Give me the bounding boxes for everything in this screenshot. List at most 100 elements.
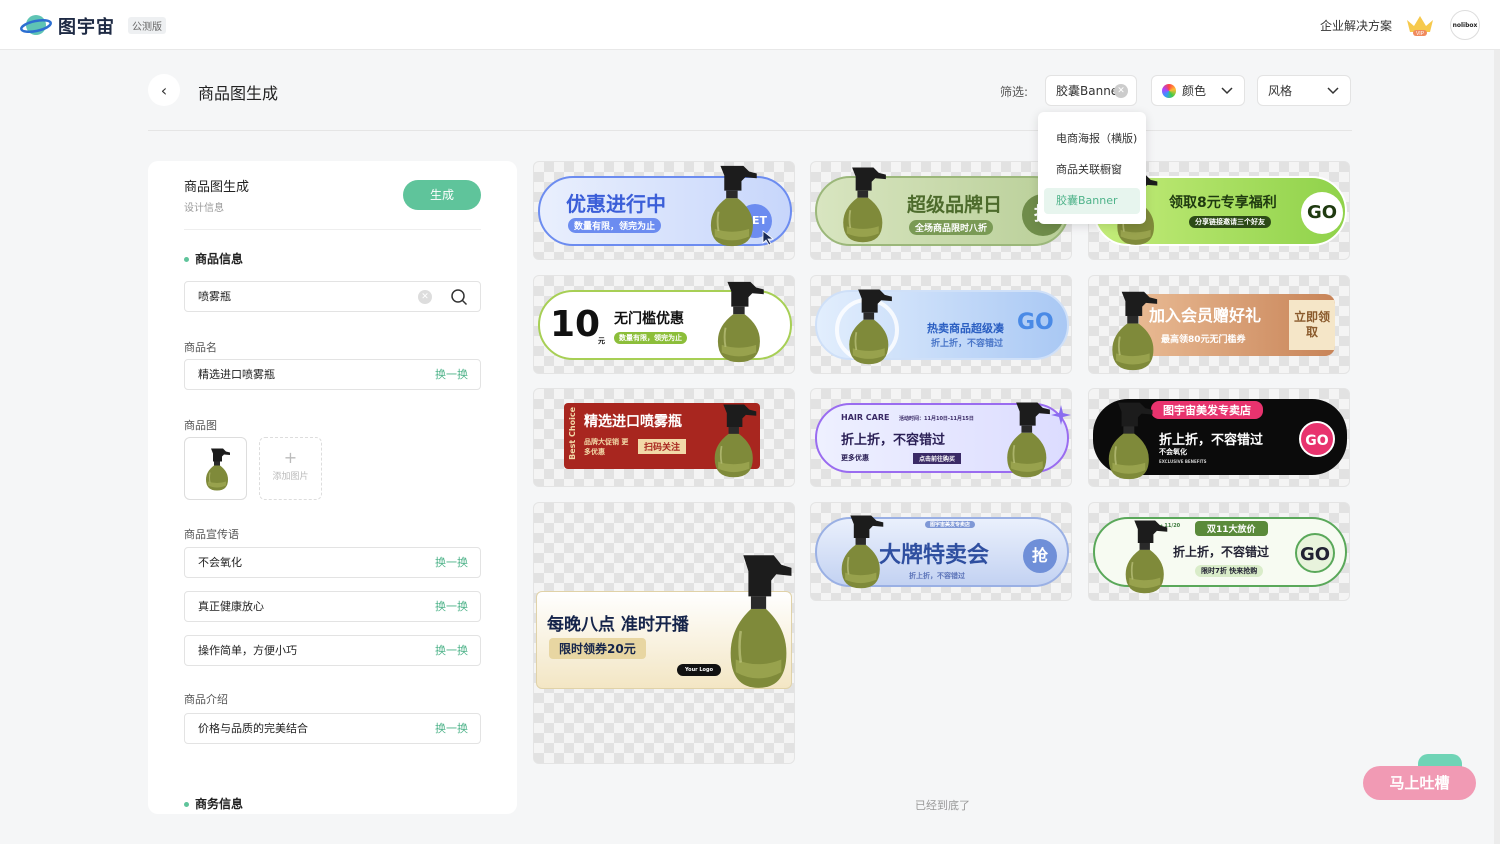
color-wheel-icon bbox=[1162, 83, 1176, 98]
banner-headline: 折上折，不容错过 bbox=[841, 433, 946, 448]
banner-top-label: 双11大放价 bbox=[1195, 521, 1268, 536]
spray-bottle-image bbox=[718, 549, 794, 691]
spray-bottle-image bbox=[839, 286, 895, 366]
product-thumbnail[interactable] bbox=[184, 437, 247, 500]
banner-cta: GO bbox=[1295, 533, 1335, 573]
banner-subline: 全场商品限时八折 bbox=[909, 220, 994, 235]
add-image-label: 添加图片 bbox=[272, 472, 309, 482]
banner-top-label: 图宇宙美发专卖店 bbox=[925, 521, 976, 528]
banner-cta: 点击前往购买 bbox=[913, 453, 962, 464]
banner-side-text: Best Choice bbox=[568, 407, 577, 460]
header-divider bbox=[148, 130, 1352, 131]
spray-bottle-image bbox=[997, 399, 1053, 479]
vip-crown-icon[interactable]: VIP bbox=[1404, 12, 1436, 38]
scrollbar[interactable] bbox=[1494, 50, 1500, 844]
panel-title: 商品图生成 bbox=[184, 180, 250, 195]
chevron-down-icon bbox=[1221, 87, 1233, 95]
banner-card[interactable]: 图宇宙美发专卖店 大牌特卖会 折上折，不容错过 抢 bbox=[810, 502, 1072, 601]
filter-color-label: 颜色 bbox=[1182, 84, 1207, 98]
dropdown-option[interactable]: 电商海报（横版) bbox=[1044, 126, 1140, 152]
generate-button[interactable]: 生成 bbox=[403, 180, 481, 210]
intro-value: 价格与品质的完美结合 bbox=[198, 722, 308, 735]
chevron-left-icon: ‹ bbox=[160, 80, 168, 100]
back-button[interactable]: ‹ bbox=[148, 74, 180, 106]
enterprise-link[interactable]: 企业解决方案 bbox=[1320, 17, 1392, 34]
top-bar: 图宇宙 公测版 企业解决方案 VIP nolibox bbox=[0, 0, 1500, 50]
banner-headline: 精选进口喷雾瓶 bbox=[584, 414, 682, 430]
filter-color-select[interactable]: 颜色 bbox=[1151, 75, 1245, 106]
banner-headline: 超级品牌日 bbox=[907, 194, 1003, 216]
banner-top-label: HAIR CARE bbox=[841, 413, 890, 422]
banner-cta: GO bbox=[1299, 421, 1335, 457]
section-product-info: 商品信息 bbox=[184, 250, 243, 267]
banner-subline: 更多优惠 bbox=[841, 454, 869, 462]
spray-bottle-image bbox=[1103, 288, 1159, 372]
banner-cta: 抢 bbox=[1023, 539, 1057, 573]
filter-label: 筛选: bbox=[1000, 85, 1029, 99]
banner-card[interactable]: 优惠进行中 数量有限，领完为止 GET bbox=[533, 161, 795, 260]
clear-icon[interactable]: ✕ bbox=[1114, 84, 1128, 98]
banner-headline: 无门槛优惠 bbox=[614, 311, 684, 327]
section-business-info: 商务信息 bbox=[184, 795, 243, 812]
spray-bottle-image bbox=[201, 445, 231, 493]
spray-bottle-image bbox=[699, 162, 761, 248]
swap-button[interactable]: 换一换 bbox=[435, 714, 468, 743]
filter-type-select[interactable]: 胶囊Banner ✕ bbox=[1045, 75, 1137, 106]
app-name[interactable]: 图宇宙 bbox=[58, 13, 115, 39]
product-image-label: 商品图 bbox=[184, 419, 217, 432]
filter-type-dropdown: 电商海报（横版) 商品关联橱窗 胶囊Banner bbox=[1038, 112, 1146, 224]
banner-headline: 加入会员赠好礼 bbox=[1149, 306, 1262, 325]
product-search-input[interactable]: 喷雾瓶 ✕ bbox=[184, 281, 481, 312]
feedback-button[interactable]: 马上吐槽 bbox=[1363, 766, 1476, 800]
swap-button[interactable]: 换一换 bbox=[435, 360, 468, 389]
banner-headline: 折上折，不容错过 bbox=[1159, 433, 1264, 448]
banner-card[interactable]: HAIR CARE 活动时间：11月10日-11月15日 折上折，不容错过 更多… bbox=[810, 388, 1072, 487]
add-image-button[interactable]: + 添加图片 bbox=[259, 437, 322, 500]
banner-card[interactable]: 图宇宙美发专卖店 折上折，不容错过 不会氧化 EXCLUSIVE BENEFIT… bbox=[1088, 388, 1350, 487]
slogan-input-3[interactable]: 操作简单，方便小巧 换一换 bbox=[184, 635, 481, 666]
dropdown-option-selected[interactable]: 胶囊Banner bbox=[1044, 188, 1140, 214]
filter-style-select[interactable]: 风格 bbox=[1257, 75, 1351, 106]
banner-subline: 限时领券20元 bbox=[549, 638, 646, 659]
banner-card[interactable]: 10 元 无门槛优惠 数量有限，领完为止 bbox=[533, 275, 795, 374]
clear-icon[interactable]: ✕ bbox=[418, 290, 432, 304]
banner-card[interactable]: 11/11 → 11/20 双11大放价 折上折，不容错过 限时7折 快来抢购 … bbox=[1088, 502, 1350, 601]
search-icon[interactable] bbox=[450, 288, 468, 306]
banner-card[interactable]: 超级品牌日 全场商品限时八折 抢 bbox=[810, 161, 1072, 260]
banner-subline: 品牌大促销 更多优惠 bbox=[584, 438, 629, 456]
product-name-input[interactable]: 精选进口喷雾瓶 换一换 bbox=[184, 359, 481, 390]
intro-label: 商品介绍 bbox=[184, 693, 228, 706]
sparkle-icon bbox=[1051, 405, 1071, 425]
banner-headline: 折上折，不容错过 bbox=[1173, 545, 1270, 559]
slogan-input-2[interactable]: 真正健康放心 换一换 bbox=[184, 591, 481, 622]
beta-badge: 公测版 bbox=[128, 17, 166, 34]
banner-subline: 最高领80元无门槛券 bbox=[1161, 335, 1246, 345]
banner-subline: 限时7折 快来抢购 bbox=[1195, 565, 1264, 577]
banner-big-number: 10 bbox=[550, 304, 601, 345]
planet-logo-icon[interactable] bbox=[20, 12, 52, 38]
capsule-banner: 加入会员赠好礼 最高领80元无门槛券 立即领取 bbox=[1139, 294, 1335, 356]
banner-card[interactable]: Best Choice 精选进口喷雾瓶 品牌大促销 更多优惠 扫码关注 bbox=[533, 388, 795, 487]
swap-button[interactable]: 换一换 bbox=[435, 636, 468, 665]
swap-button[interactable]: 换一换 bbox=[435, 548, 468, 577]
banner-card[interactable]: 每晚八点 准时开播 限时领券20元 Your Logo bbox=[533, 502, 795, 764]
spray-bottle-image bbox=[1099, 399, 1155, 481]
dropdown-option[interactable]: 商品关联橱窗 bbox=[1044, 157, 1140, 183]
cursor-icon bbox=[762, 230, 775, 246]
banner-card[interactable]: 热卖商品超级凑 折上折，不容错过 GO bbox=[810, 275, 1072, 374]
swap-button[interactable]: 换一换 bbox=[435, 592, 468, 621]
user-avatar[interactable]: nolibox bbox=[1450, 10, 1480, 40]
banner-subline: 分享链接邀请三个好友 bbox=[1189, 216, 1271, 228]
banner-headline: 优惠进行中 bbox=[566, 192, 666, 216]
banner-headline: 每晚八点 准时开播 bbox=[547, 615, 689, 635]
design-info-panel: 商品图生成 设计信息 生成 商品信息 喷雾瓶 ✕ 商品名 精选进口喷雾瓶 换一换… bbox=[148, 161, 517, 814]
banner-subline: 折上折，不容错过 bbox=[931, 339, 1004, 349]
banner-cta: 扫码关注 bbox=[638, 439, 687, 454]
vip-label: VIP bbox=[1416, 31, 1425, 37]
slogan-input-1[interactable]: 不会氧化 换一换 bbox=[184, 547, 481, 578]
banner-logo: Your Logo bbox=[677, 664, 721, 676]
banner-cta: GO bbox=[1301, 192, 1343, 234]
banner-card[interactable]: 加入会员赠好礼 最高领80元无门槛券 立即领取 bbox=[1088, 275, 1350, 374]
intro-input[interactable]: 价格与品质的完美结合 换一换 bbox=[184, 713, 481, 744]
banner-date: 活动时间：11月10日-11月15日 bbox=[899, 416, 974, 422]
